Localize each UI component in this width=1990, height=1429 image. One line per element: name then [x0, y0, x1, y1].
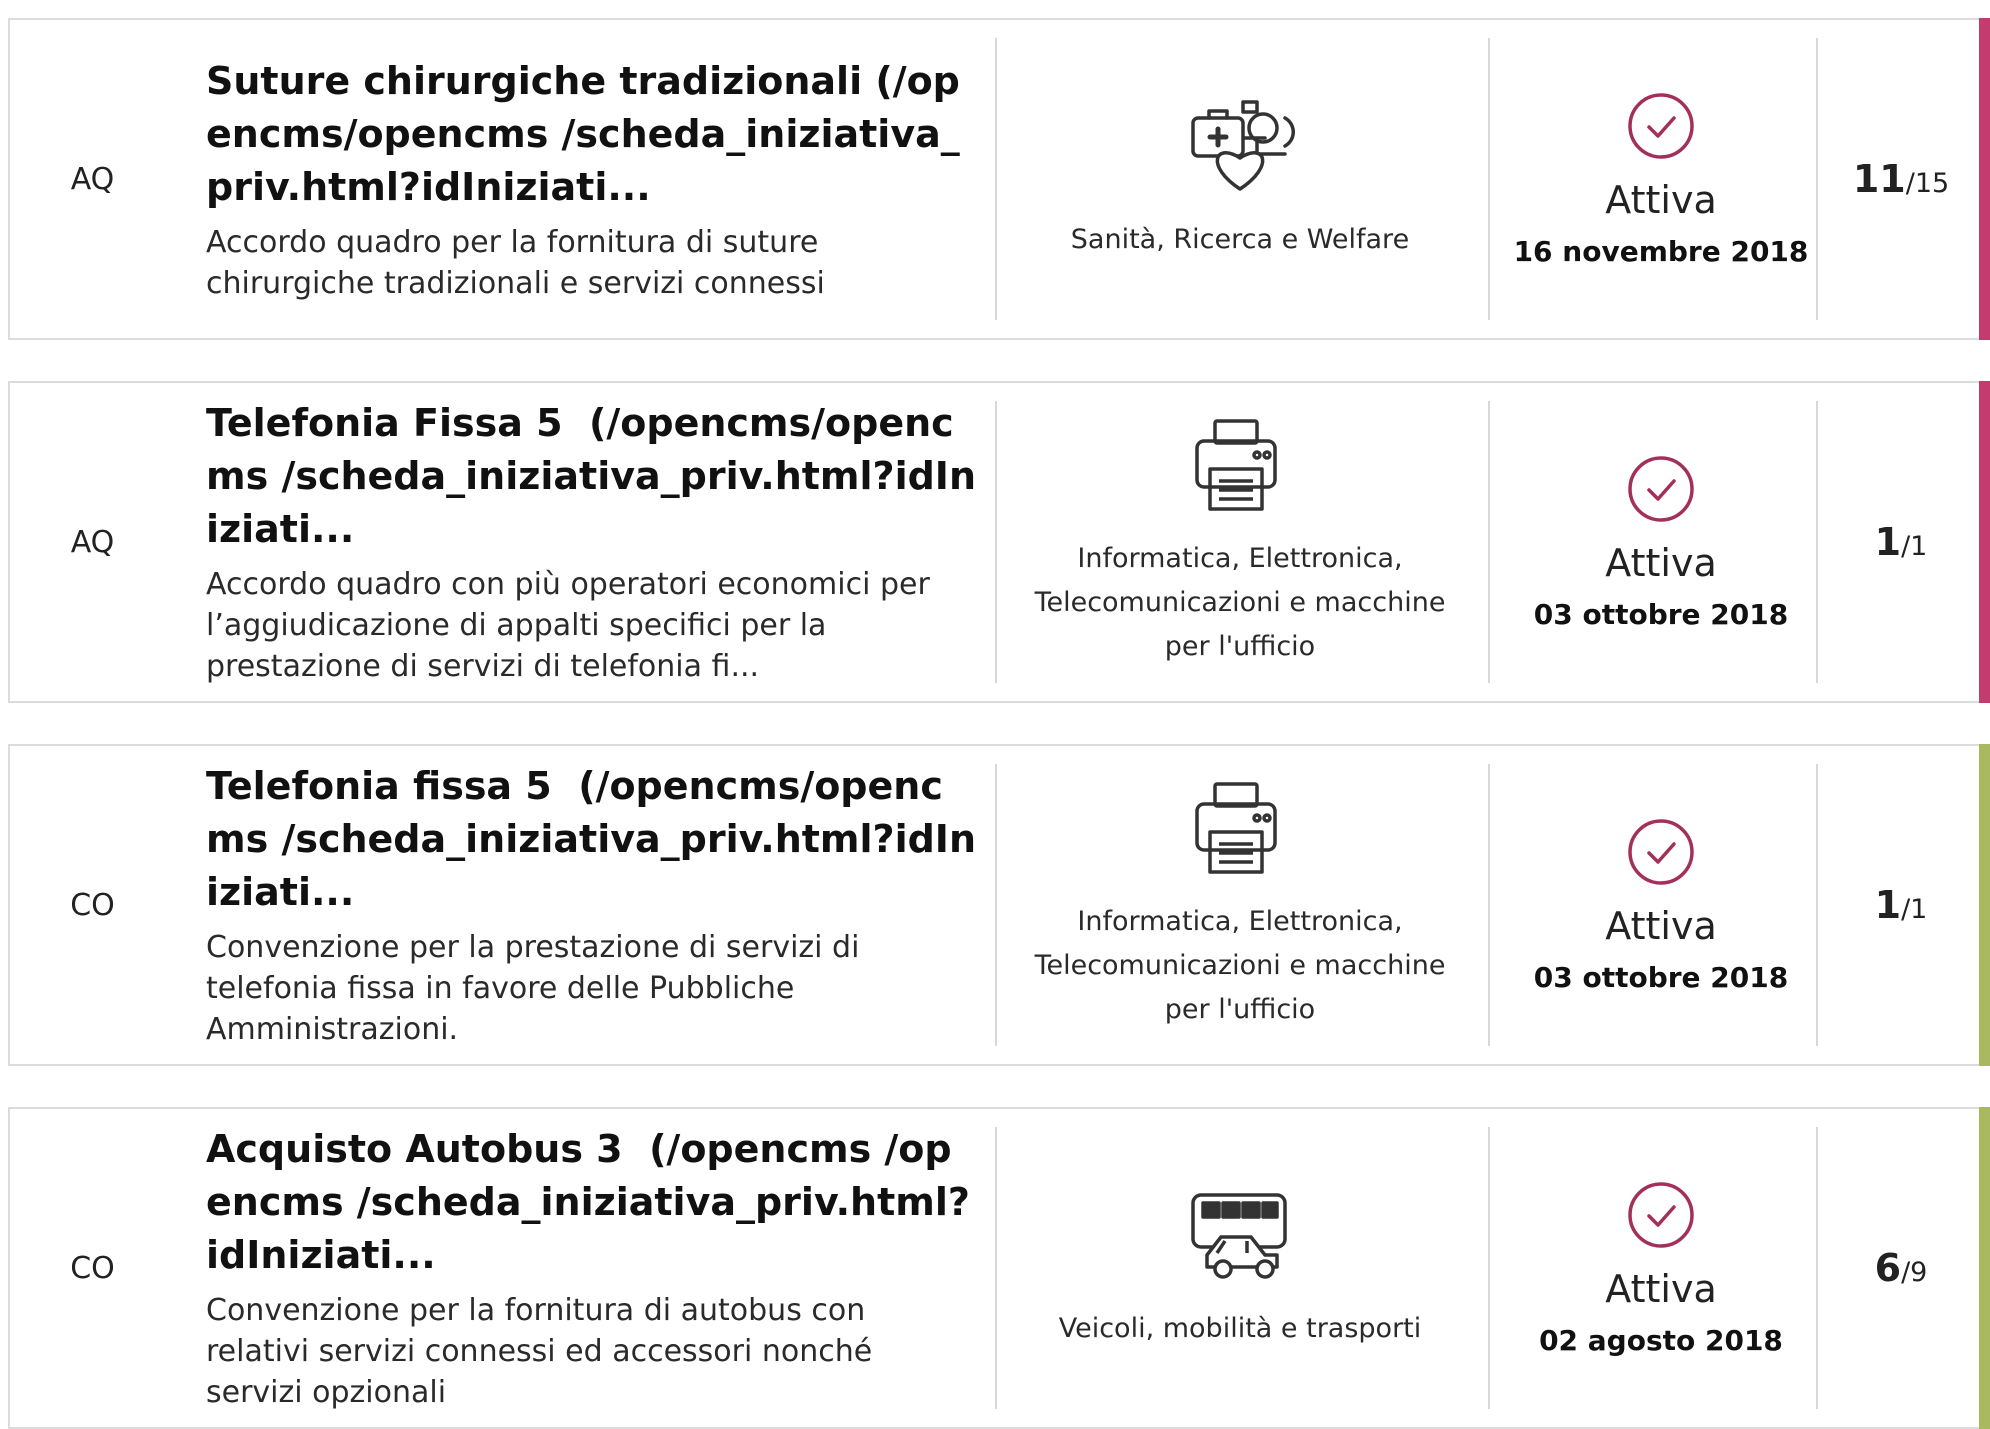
- vehicles-icon: [1191, 1193, 1287, 1279]
- column-divider: [1816, 764, 1818, 1046]
- column-divider: [1488, 1127, 1490, 1409]
- column-divider: [1488, 401, 1490, 683]
- initiative-type: AQ: [70, 524, 115, 560]
- printer-icon: [1195, 419, 1277, 511]
- status-date: 03 ottobre 2018: [1533, 597, 1789, 631]
- initiative-status: Attiva 02 agosto 2018: [1498, 1109, 1824, 1427]
- initiative-title-link[interactable]: Telefonia Fissa 5 (/opencms/opencms /sch…: [206, 397, 976, 556]
- lots-count: 6/9: [1826, 1109, 1976, 1427]
- lots-count-total: /1: [1901, 894, 1928, 925]
- column-divider: [995, 401, 997, 683]
- check-circle-icon: [1628, 455, 1694, 522]
- lots-count-main: 6: [1874, 1246, 1902, 1290]
- initiative-description: Convenzione per la prestazione di serviz…: [206, 930, 860, 1047]
- initiative-status: Attiva 03 ottobre 2018: [1498, 746, 1824, 1064]
- category-label: Veicoli, mobilità e trasporti: [1058, 1313, 1422, 1344]
- healthcare-icon: [1191, 100, 1295, 191]
- lots-count-total: /1: [1901, 531, 1928, 562]
- accent-bar: [1979, 18, 1990, 340]
- check-circle-icon: [1628, 818, 1694, 885]
- initiative-status: Attiva 16 novembre 2018: [1498, 20, 1824, 338]
- initiative-main: Telefonia Fissa 5 (/opencms/opencms /sch…: [206, 383, 976, 701]
- status-label: Attiva: [1605, 540, 1717, 585]
- column-divider: [995, 764, 997, 1046]
- column-divider: [1816, 38, 1818, 320]
- category-label: Sanità, Ricerca e Welfare: [1070, 224, 1410, 255]
- initiative-card: AQ Suture chirurgiche tradizionali (/ope…: [8, 18, 1990, 340]
- initiative-category: Veicoli, mobilità e trasporti: [1010, 1109, 1470, 1427]
- accent-bar: [1979, 381, 1990, 703]
- initiative-title-link[interactable]: Telefonia fissa 5 (/opencms/opencms /sch…: [206, 760, 976, 919]
- initiative-main: Suture chirurgiche tradizionali (/opencm…: [206, 20, 976, 338]
- initiative-card: AQ Telefonia Fissa 5 (/opencms/opencms /…: [8, 381, 1990, 703]
- status-label: Attiva: [1605, 1266, 1717, 1311]
- category-label: Informatica, Elettronica, Telecomunicazi…: [1034, 906, 1446, 1025]
- initiative-description: Accordo quadro con più operatori economi…: [206, 567, 930, 684]
- accent-bar: [1979, 744, 1990, 1066]
- lots-count-main: 1: [1874, 520, 1902, 564]
- initiative-category: Sanità, Ricerca e Welfare: [1010, 20, 1470, 338]
- lots-count: 1/1: [1826, 383, 1976, 701]
- initiative-status: Attiva 03 ottobre 2018: [1498, 383, 1824, 701]
- column-divider: [995, 1127, 997, 1409]
- status-date: 16 novembre 2018: [1513, 234, 1809, 268]
- column-divider: [1816, 401, 1818, 683]
- lots-count: 11/15: [1826, 20, 1976, 338]
- initiative-main: Telefonia fissa 5 (/opencms/opencms /sch…: [206, 746, 976, 1064]
- accent-bar: [1979, 1107, 1990, 1429]
- status-date: 02 agosto 2018: [1539, 1323, 1783, 1357]
- initiative-type: CO: [70, 887, 115, 923]
- status-label: Attiva: [1605, 903, 1717, 948]
- initiative-title-link[interactable]: Suture chirurgiche tradizionali (/opencm…: [206, 55, 976, 214]
- initiative-category: Informatica, Elettronica, Telecomunicazi…: [1010, 383, 1470, 701]
- category-label: Informatica, Elettronica, Telecomunicazi…: [1034, 543, 1446, 662]
- initiative-description: Convenzione per la fornitura di autobus …: [206, 1293, 873, 1410]
- initiative-card: CO Acquisto Autobus 3 (/opencms /opencms…: [8, 1107, 1990, 1429]
- check-circle-icon: [1628, 1181, 1694, 1248]
- initiative-category: Informatica, Elettronica, Telecomunicazi…: [1010, 746, 1470, 1064]
- status-date: 03 ottobre 2018: [1533, 960, 1789, 994]
- printer-icon: [1195, 782, 1277, 874]
- column-divider: [995, 38, 997, 320]
- lots-count-total: /15: [1905, 168, 1950, 199]
- lots-count-main: 1: [1874, 883, 1902, 927]
- check-circle-icon: [1628, 92, 1694, 159]
- initiative-card: CO Telefonia fissa 5 (/opencms/opencms /…: [8, 744, 1990, 1066]
- lots-count: 1/1: [1826, 746, 1976, 1064]
- column-divider: [1816, 1127, 1818, 1409]
- lots-count-total: /9: [1901, 1257, 1928, 1288]
- initiative-main: Acquisto Autobus 3 (/opencms /opencms /s…: [206, 1109, 976, 1427]
- initiative-title-link[interactable]: Acquisto Autobus 3 (/opencms /opencms /s…: [206, 1123, 976, 1282]
- initiative-description: Accordo quadro per la fornitura di sutur…: [206, 224, 825, 301]
- lots-count-main: 11: [1852, 157, 1906, 201]
- column-divider: [1488, 764, 1490, 1046]
- initiative-type: CO: [70, 1250, 115, 1286]
- column-divider: [1488, 38, 1490, 320]
- initiative-type: AQ: [70, 161, 115, 197]
- status-label: Attiva: [1605, 177, 1717, 222]
